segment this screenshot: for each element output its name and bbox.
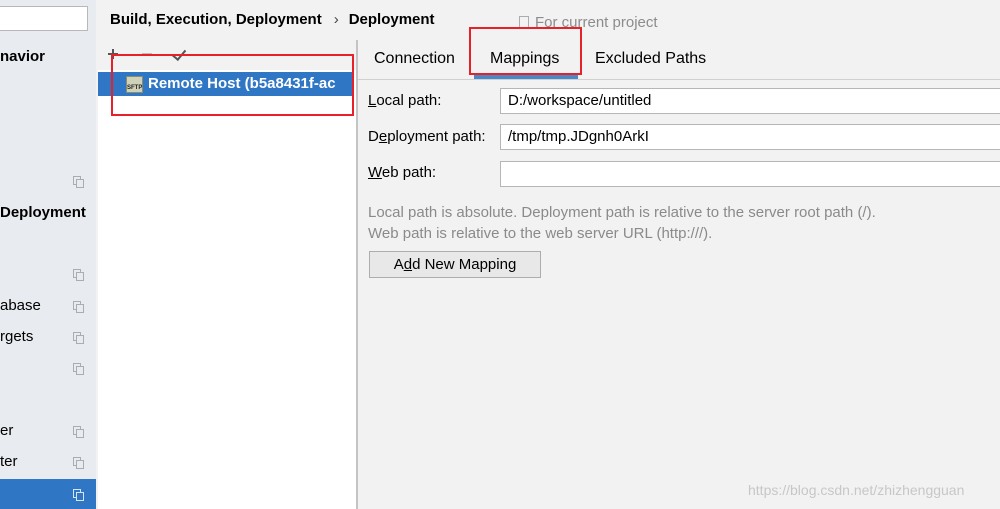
tree-item-unlabeled-3[interactable] (0, 357, 96, 379)
deployment-path-label: Deployment path: (368, 128, 486, 145)
tree-item-unlabeled-1[interactable] (0, 170, 96, 192)
breadcrumb-parent[interactable]: Build, Execution, Deployment (110, 11, 322, 28)
copy-icon (73, 332, 84, 344)
copy-icon (73, 301, 84, 313)
tree-item-selected[interactable] (0, 479, 96, 509)
tree-item-label: er (0, 422, 14, 439)
tree-item-er[interactable]: er (0, 420, 96, 442)
breadcrumb-current: Deployment (348, 11, 435, 28)
settings-tree: navior Deployment abase rgets er ter (0, 0, 96, 509)
tab-divider (358, 79, 1000, 80)
tree-item-deployment[interactable]: Deployment (0, 202, 96, 224)
splitter[interactable] (356, 40, 358, 509)
highlight-box-server (111, 54, 354, 116)
tree-item-label: rgets (0, 328, 34, 345)
tree-item-database[interactable]: abase (0, 295, 96, 317)
watermark: https://blog.csdn.net/zhizhengguan (748, 482, 965, 498)
add-new-mapping-button[interactable]: Add New Mapping (369, 251, 541, 278)
tree-item-label: ter (0, 453, 18, 470)
copy-icon (73, 457, 84, 469)
tree-item-label: navior (0, 48, 46, 65)
server-list (98, 70, 356, 509)
tree-item-unlabeled-2[interactable] (0, 263, 96, 285)
copy-icon (73, 363, 84, 375)
settings-search-input[interactable] (0, 6, 88, 31)
copy-icon (73, 176, 84, 188)
copy-icon (73, 269, 84, 281)
breadcrumb: Build, Execution, Deployment › Deployment (110, 8, 435, 32)
deployment-path-input[interactable]: /tmp/tmp.JDgnh0ArkI (500, 124, 1000, 150)
local-path-input[interactable]: D:/workspace/untitled (500, 88, 1000, 114)
copy-icon (73, 489, 84, 501)
tab-connection[interactable]: Connection (374, 46, 455, 74)
web-path-input[interactable] (500, 161, 1000, 187)
tree-item-ter[interactable]: ter (0, 451, 96, 473)
tree-item-targets[interactable]: rgets (0, 326, 96, 348)
path-hint-text: Local path is absolute. Deployment path … (368, 204, 876, 221)
web-path-hint-text: Web path is relative to the web server U… (368, 225, 713, 242)
copy-icon (73, 426, 84, 438)
tab-excluded-paths[interactable]: Excluded Paths (595, 46, 706, 74)
web-path-label: Web path: (368, 164, 437, 181)
tree-item-behavior[interactable]: navior (0, 46, 96, 68)
local-path-label: Local path: (368, 92, 442, 109)
highlight-box-mappings-tab (469, 27, 582, 75)
tree-item-label: abase (0, 297, 41, 314)
chevron-right-icon: › (333, 11, 339, 28)
tree-item-label: Deployment (0, 204, 86, 221)
